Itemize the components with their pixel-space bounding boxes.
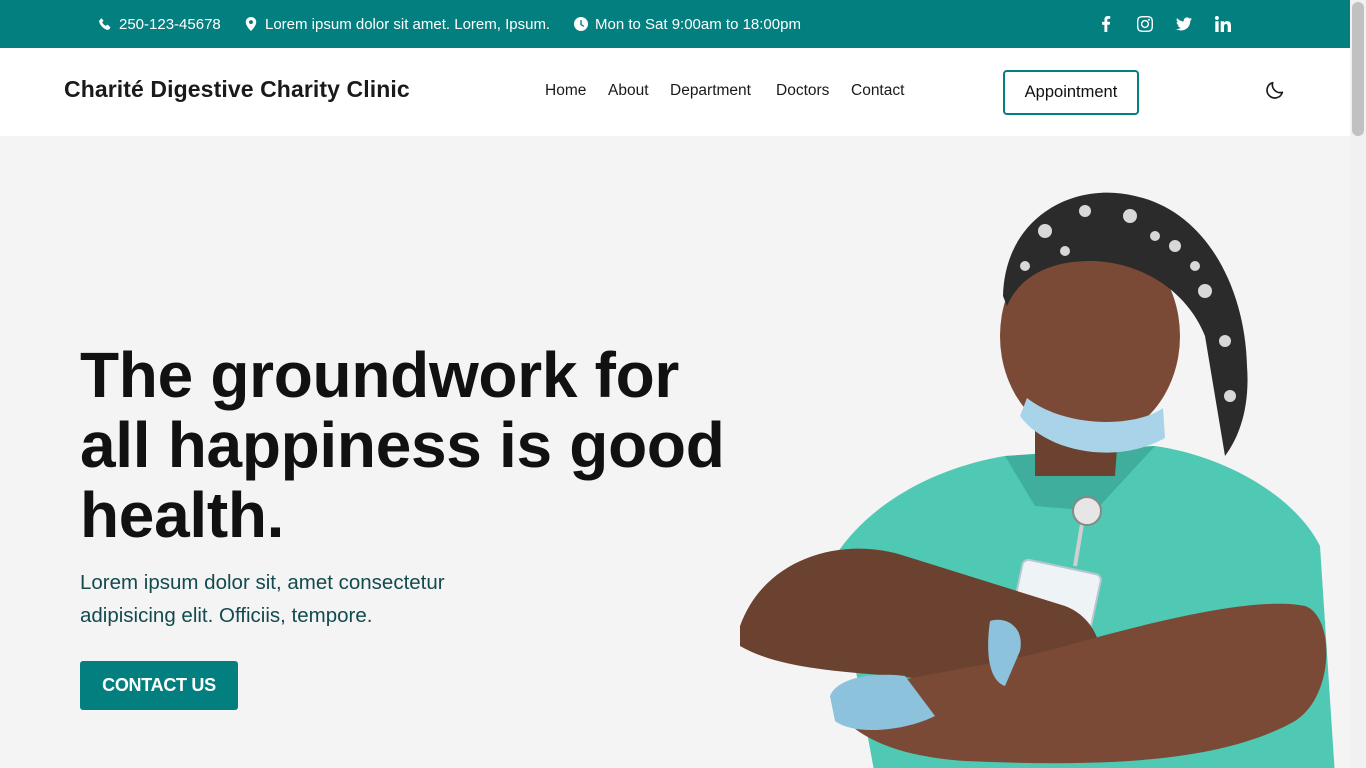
appointment-button[interactable]: Appointment [1003,70,1139,115]
nav-about[interactable]: About [608,82,649,100]
scrollbar-thumb[interactable] [1352,2,1364,136]
hours-text: Mon to Sat 9:00am to 18:00pm [595,15,801,33]
nurse-photo [740,192,1335,768]
twitter-link[interactable] [1173,13,1195,35]
nav-contact[interactable]: Contact [851,82,904,100]
instagram-link[interactable] [1134,13,1156,35]
location-pin-icon [245,17,257,31]
phone-icon [99,18,111,30]
clock-icon [574,17,588,31]
hero-section: The groundwork for all happiness is good… [0,136,1350,768]
contact-us-button[interactable]: CONTACT US [80,661,238,710]
nav-department[interactable]: Department [670,82,751,100]
phone-info[interactable]: 250-123-45678 [98,0,221,48]
facebook-icon [1102,16,1111,32]
facebook-link[interactable] [1095,13,1117,35]
nav-home[interactable]: Home [545,82,586,100]
top-info-bar: 250-123-45678 Lorem ipsum dolor sit amet… [0,0,1350,48]
address-info: Lorem ipsum dolor sit amet. Lorem, Ipsum… [244,0,550,48]
linkedin-icon [1215,16,1231,32]
page-scrollbar[interactable] [1350,0,1366,768]
hero-subtext: Lorem ipsum dolor sit, amet consectetur … [80,571,445,627]
instagram-icon [1137,16,1153,32]
hero-headline: The groundwork for all happiness is good… [80,339,725,551]
twitter-icon [1176,17,1192,31]
hours-info: Mon to Sat 9:00am to 18:00pm [574,0,801,48]
site-header: Charité Digestive Charity Clinic Home Ab… [0,48,1350,136]
moon-icon[interactable] [1264,79,1286,101]
nav-doctors[interactable]: Doctors [776,82,829,100]
phone-number: 250-123-45678 [119,15,221,33]
linkedin-link[interactable] [1212,13,1234,35]
address-text: Lorem ipsum dolor sit amet. Lorem, Ipsum… [265,15,551,33]
site-brand[interactable]: Charité Digestive Charity Clinic [64,76,410,103]
